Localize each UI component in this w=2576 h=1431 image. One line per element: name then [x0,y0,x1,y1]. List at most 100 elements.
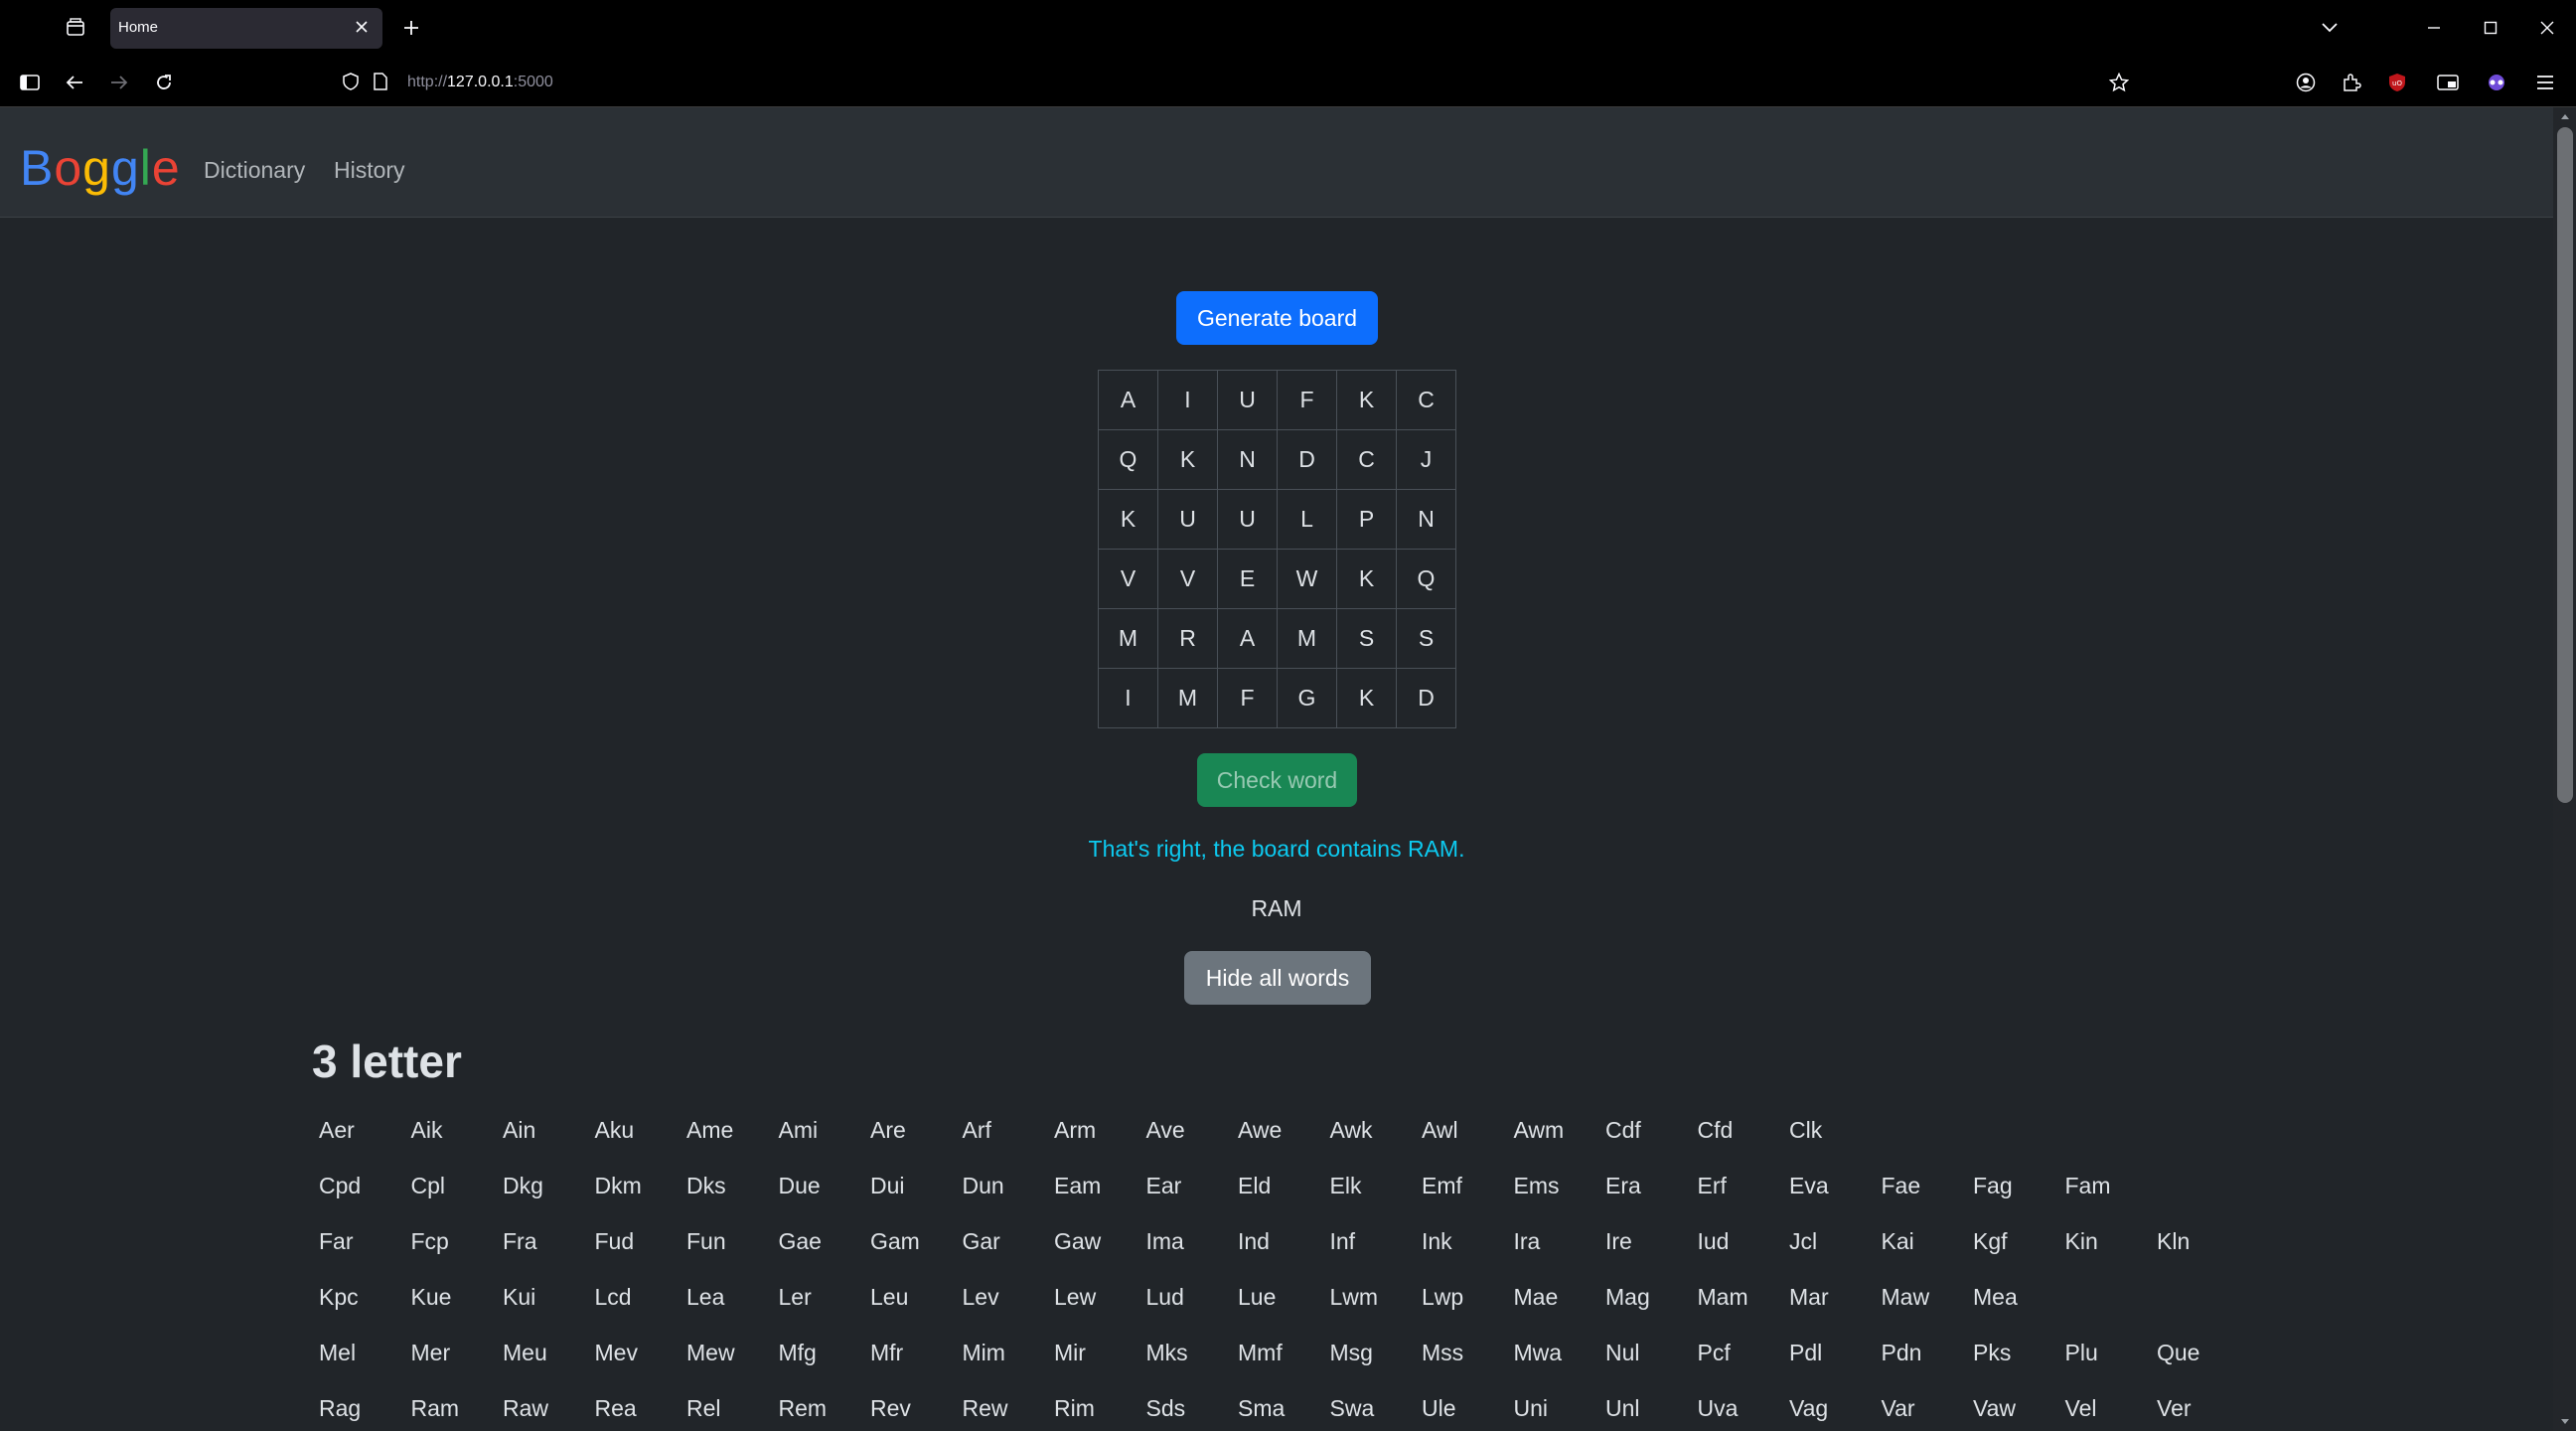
bookmark-star-icon[interactable] [2104,68,2134,97]
word-item: Meu [503,1340,547,1365]
generate-board-button[interactable]: Generate board [1176,291,1378,345]
shield-icon[interactable] [336,67,366,96]
word-item: Lud [1145,1284,1184,1310]
brand-letter: e [151,140,181,196]
word-item: Arm [1054,1117,1097,1143]
word-item: Gae [778,1228,822,1254]
word-item: Inf [1329,1228,1356,1254]
board-row: VVEWKQ [1098,549,1456,609]
word-item: Maw [1881,1284,1930,1310]
word-item: Ave [1145,1117,1185,1143]
close-window-icon[interactable] [2527,10,2567,46]
scrollbar-thumb[interactable] [2557,127,2573,803]
result-message: That's right, the board contains RAM. [1088,836,1465,862]
word-item: Kue [410,1284,452,1310]
brand-logo[interactable]: Boggle [20,139,181,197]
board-cell: I [1098,668,1158,728]
word-item: Raw [503,1395,549,1421]
word-item: Gar [962,1228,1000,1254]
word-item: Fae [1881,1173,1921,1198]
board-cell: C [1336,429,1397,490]
forward-arrow-icon[interactable] [104,68,134,97]
minimize-icon[interactable] [2414,10,2454,46]
word-item: Mer [410,1340,451,1365]
board-cell: F [1277,370,1337,430]
maximize-icon[interactable] [2471,10,2510,46]
browser-tab-bar: Home [0,0,2576,56]
word-item: Ima [1145,1228,1184,1254]
word-item: Unl [1605,1395,1640,1421]
word-item: Cfd [1697,1117,1734,1143]
browser-tab-home[interactable]: Home [110,8,382,49]
svg-text:uO: uO [2392,80,2402,87]
word-item: Kui [503,1284,536,1310]
board-cell: Q [1098,429,1158,490]
back-arrow-icon[interactable] [60,68,89,97]
board-cell: F [1217,668,1278,728]
browser-toolbar: http://127.0.0.1:5000 uO [0,56,2576,107]
page-scrollbar[interactable] [2553,107,2576,1431]
word-item: Nul [1605,1340,1640,1365]
word-item: Ire [1605,1228,1632,1254]
scroll-down-arrow-icon[interactable] [2558,1415,2572,1429]
word-item: Vaw [1973,1395,2017,1421]
word-item: Ami [778,1117,819,1143]
scroll-up-arrow-icon[interactable] [2558,109,2572,123]
word-item: Gaw [1054,1228,1102,1254]
word-item: Lev [962,1284,999,1310]
word-item: Ain [503,1117,536,1143]
board-cell: M [1277,608,1337,669]
word-item: Vel [2064,1395,2097,1421]
tab-overview-icon[interactable] [62,14,89,42]
word-item: Mwa [1513,1340,1563,1365]
word-item: Sds [1145,1395,1186,1421]
board-row: AIUFKC [1098,370,1456,430]
word-item: Mea [1973,1284,2018,1310]
address-bar[interactable]: http://127.0.0.1:5000 [328,64,2146,99]
word-item: Lew [1054,1284,1097,1310]
word-item: Erf [1697,1173,1727,1198]
word-item: Ule [1422,1395,1456,1421]
word-item: Mel [319,1340,357,1365]
board-cell: R [1157,608,1218,669]
reload-icon[interactable] [149,68,179,97]
board-cell: C [1396,370,1456,430]
word-item: Rev [870,1395,911,1421]
picture-in-picture-icon[interactable] [2433,68,2463,97]
word-item: Cpl [410,1173,446,1198]
sidebar-icon[interactable] [15,68,45,97]
board-cell: G [1277,668,1337,728]
word-item: Ver [2157,1395,2192,1421]
board-cell: M [1157,668,1218,728]
account-icon[interactable] [2291,68,2321,97]
private-mask-icon[interactable] [2482,68,2511,97]
word-item: Fam [2064,1173,2111,1198]
hamburger-menu-icon[interactable] [2530,68,2560,97]
ublock-icon[interactable]: uO [2382,68,2412,97]
nav-link-dictionary[interactable]: Dictionary [204,157,305,184]
board-cell: K [1336,370,1397,430]
word-item: Kln [2157,1228,2191,1254]
word-item: Emf [1422,1173,1462,1198]
board-cell: S [1336,608,1397,669]
word-item: Aik [410,1117,443,1143]
hide-all-words-button[interactable]: Hide all words [1184,951,1371,1005]
board-cell: V [1098,549,1158,609]
word-item: Leu [870,1284,909,1310]
check-word-button[interactable]: Check word [1197,753,1357,807]
word-item: Kpc [319,1284,359,1310]
word-item: Fra [503,1228,537,1254]
board-row: IMFGKD [1098,668,1456,728]
extensions-icon[interactable] [2337,68,2366,97]
word-item: Lwp [1422,1284,1464,1310]
word-item: Lue [1238,1284,1277,1310]
list-all-tabs-icon[interactable] [2310,10,2349,46]
nav-link-history[interactable]: History [334,157,405,184]
new-tab-icon[interactable] [397,14,425,42]
word-empty-slot [1962,1102,2054,1158]
close-tab-icon[interactable] [351,16,373,38]
word-item: Mir [1054,1340,1086,1365]
page-info-icon[interactable] [366,67,395,96]
board-cell: U [1217,370,1278,430]
word-item: Due [778,1173,821,1198]
